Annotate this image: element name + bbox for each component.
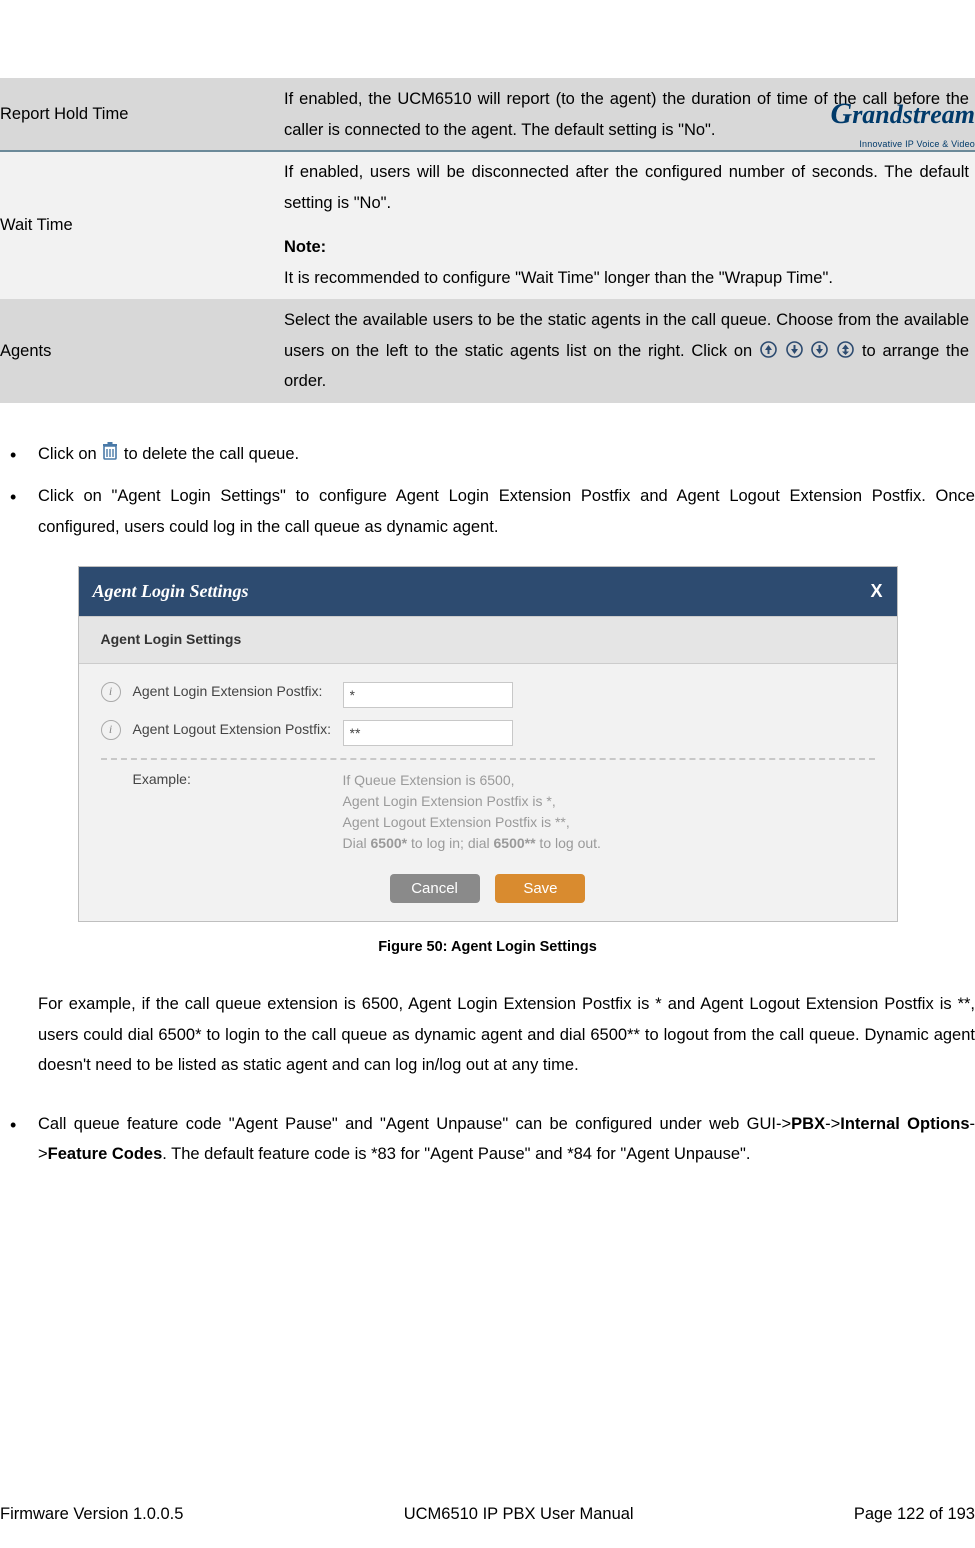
example-line-part: to log out. [536, 835, 601, 851]
table-row: Wait Time If enabled, users will be disc… [0, 151, 975, 299]
note-label: Note: [284, 238, 326, 256]
field-label: Example: [133, 770, 343, 790]
dialog-title-text: Agent Login Settings [93, 575, 249, 608]
param-label: Report Hold Time [0, 78, 284, 151]
table-row: Report Hold Time If enabled, the UCM6510… [0, 78, 975, 151]
param-desc: Select the available users to be the sta… [284, 299, 975, 403]
list-item: Click on to delete the call queue. [4, 439, 975, 470]
bullet-text: Call queue feature code "Agent Pause" an… [38, 1115, 791, 1133]
table-row: Agents Select the available users to be … [0, 299, 975, 403]
path-sep: -> [825, 1115, 840, 1133]
param-desc-p2: It is recommended to configure "Wait Tim… [284, 263, 969, 294]
field-label: Agent Login Extension Postfix: [133, 682, 343, 702]
dialog-row: i Agent Logout Extension Postfix: [101, 714, 875, 752]
arrow-top-icon [837, 341, 854, 358]
arrow-icons [759, 342, 862, 360]
arrow-down-icon [811, 341, 828, 358]
dialog-titlebar: Agent Login Settings X [79, 567, 897, 616]
logout-postfix-input[interactable] [343, 720, 513, 746]
dialog-subheader: Agent Login Settings [79, 616, 897, 664]
path-bold: PBX [791, 1115, 825, 1133]
example-line: If Queue Extension is 6500, [343, 772, 515, 788]
list-item: Click on "Agent Login Settings" to confi… [4, 481, 975, 542]
example-line: Agent Login Extension Postfix is *, [343, 793, 556, 809]
footer-left: Firmware Version 1.0.0.5 [0, 1499, 183, 1530]
spacer [284, 218, 969, 232]
path-bold: Internal Options [840, 1115, 969, 1133]
example-line-part: Dial [343, 835, 371, 851]
arrow-down-icon [786, 341, 803, 358]
param-desc-p1: If enabled, users will be disconnected a… [284, 157, 969, 218]
param-label: Agents [0, 299, 284, 403]
example-paragraph: For example, if the call queue extension… [0, 989, 975, 1081]
brand-name: GGrandstreamrandstream [831, 86, 975, 142]
example-bold: 6500** [494, 835, 536, 851]
figure-caption: Figure 50: Agent Login Settings [0, 934, 975, 961]
page-footer: Firmware Version 1.0.0.5 UCM6510 IP PBX … [0, 1499, 975, 1530]
example-line-part: to log in; dial [407, 835, 493, 851]
list-item: Call queue feature code "Agent Pause" an… [4, 1109, 975, 1170]
agent-login-dialog: Agent Login Settings X Agent Login Setti… [78, 566, 898, 922]
bullet-text-after: to delete the call queue. [124, 445, 299, 463]
dialog-row: i Agent Login Extension Postfix: [101, 676, 875, 714]
save-button[interactable]: Save [495, 874, 585, 903]
example-bold: 6500* [371, 835, 408, 851]
cancel-button[interactable]: Cancel [390, 874, 480, 903]
login-postfix-input[interactable] [343, 682, 513, 708]
example-text: If Queue Extension is 6500, Agent Login … [343, 770, 601, 854]
bullet-text: . The default feature code is *83 for "A… [162, 1145, 750, 1163]
arrow-up-icon [760, 341, 777, 358]
brand-logo: GGrandstreamrandstream Innovative IP Voi… [831, 86, 975, 152]
param-label: Wait Time [0, 151, 284, 299]
info-icon[interactable]: i [101, 682, 121, 702]
path-bold: Feature Codes [48, 1145, 163, 1163]
footer-right: Page 122 of 193 [854, 1499, 975, 1530]
info-icon[interactable]: i [101, 720, 121, 740]
dialog-example-row: i Example: If Queue Extension is 6500, A… [101, 758, 875, 860]
example-line: Agent Logout Extension Postfix is **, [343, 814, 570, 830]
param-desc: If enabled, users will be disconnected a… [284, 151, 975, 299]
header-divider [0, 150, 975, 152]
dialog-button-row: Cancel Save [101, 874, 875, 903]
footer-center: UCM6510 IP PBX User Manual [404, 1499, 634, 1530]
parameter-table: Report Hold Time If enabled, the UCM6510… [0, 78, 975, 403]
bullet-text-before: Click on [38, 445, 101, 463]
close-icon[interactable]: X [870, 575, 882, 608]
trash-icon [101, 445, 124, 463]
field-label: Agent Logout Extension Postfix: [133, 720, 343, 740]
